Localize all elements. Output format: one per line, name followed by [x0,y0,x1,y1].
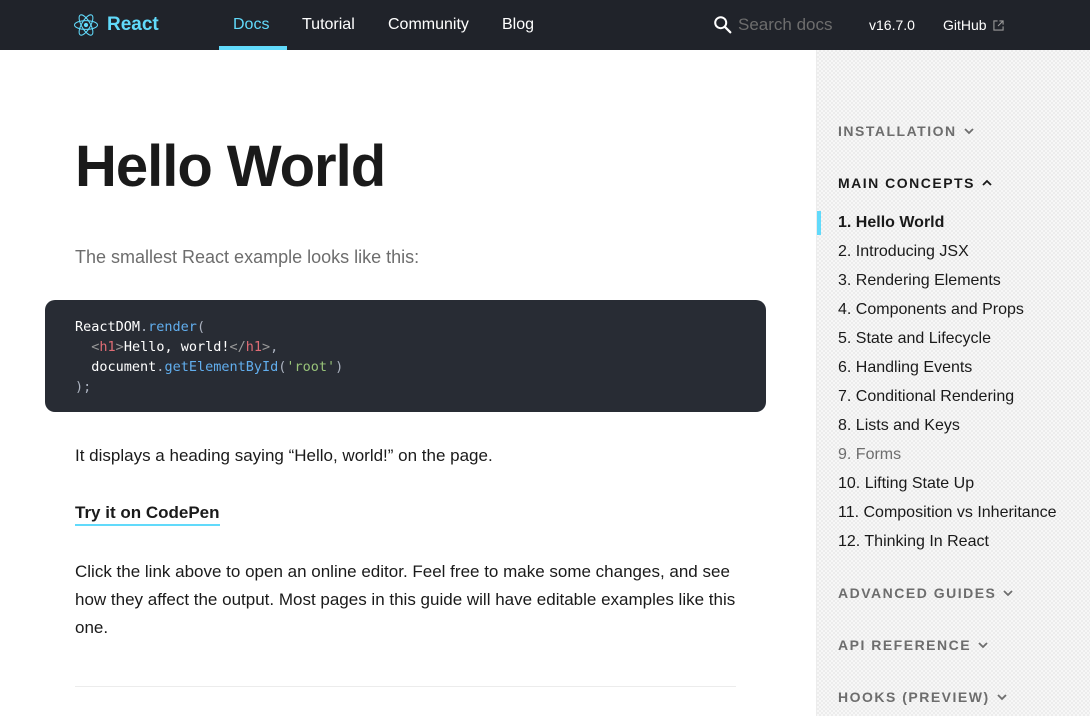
nav-link-blog[interactable]: Blog [502,0,534,50]
brand-name: React [107,14,159,35]
paragraph-display: It displays a heading saying “Hello, wor… [75,446,493,465]
sidebar-item-hello-world[interactable]: 1. Hello World [838,211,944,235]
react-logo-icon [74,14,98,36]
search-input[interactable] [738,13,833,37]
version-link[interactable]: v16.7.0 [869,0,915,50]
code-line-3: document.getElementById('root') [91,359,344,375]
chevron-up-icon [982,179,992,186]
github-link[interactable]: GitHub [943,0,1004,50]
top-navbar: React Docs Tutorial Community Blog v16.7… [0,0,1090,50]
active-item-indicator [817,211,821,235]
section-hooks-preview[interactable]: HOOKS (PREVIEW) [838,687,1008,707]
sidebar-item-composition-vs-inheritance[interactable]: 11. Composition vs Inheritance [838,501,1056,525]
section-hooks-preview-label: HOOKS (PREVIEW) [838,689,990,705]
page-title: Hello World [75,134,386,199]
codepen-link[interactable]: Try it on CodePen [75,502,220,526]
section-installation-label: INSTALLATION [838,123,957,139]
code-line-4: ); [75,379,92,395]
sidebar-item-handling-events[interactable]: 6. Handling Events [838,356,972,380]
nav-link-community[interactable]: Community [388,0,469,50]
main-content: Hello World The smallest React example l… [0,50,816,716]
divider [75,686,736,687]
code-line-2: <h1>Hello, world!</h1>, [91,339,279,355]
sidebar-item-lists-and-keys[interactable]: 8. Lists and Keys [838,414,960,438]
github-label: GitHub [943,17,987,33]
section-advanced-guides-label: ADVANCED GUIDES [838,585,997,601]
chevron-down-icon [996,694,1007,701]
docs-sidebar: INSTALLATION MAIN CONCEPTS 1. Hello Worl… [816,50,1090,716]
section-api-reference-label: API REFERENCE [838,637,972,653]
sidebar-item-rendering-elements[interactable]: 3. Rendering Elements [838,269,1001,293]
nav-link-tutorial[interactable]: Tutorial [302,0,355,50]
sidebar-item-conditional-rendering[interactable]: 7. Conditional Rendering [838,385,1014,409]
sidebar-item-lifting-state-up[interactable]: 10. Lifting State Up [838,472,974,496]
chevron-down-icon [978,642,988,649]
chevron-down-icon [963,128,974,135]
sidebar-item-state-and-lifecycle[interactable]: 5. State and Lifecycle [838,327,991,351]
chevron-down-icon [1003,590,1014,597]
sidebar-item-forms[interactable]: 9. Forms [838,443,901,467]
section-main-concepts-label: MAIN CONCEPTS [838,175,975,191]
sidebar-item-introducing-jsx[interactable]: 2. Introducing JSX [838,240,969,264]
search-icon[interactable] [712,14,734,36]
paragraph-editor: Click the link above to open an online e… [75,562,736,637]
nav-link-docs[interactable]: Docs [233,0,269,50]
code-line-1: ReactDOM.render( [75,319,206,335]
section-api-reference[interactable]: API REFERENCE [838,635,989,655]
sidebar-item-thinking-in-react[interactable]: 12. Thinking In React [838,530,989,554]
intro-text: The smallest React example looks like th… [75,247,420,267]
section-installation[interactable]: INSTALLATION [838,121,975,141]
external-link-icon [992,19,1004,31]
code-block[interactable]: ReactDOM.render( <h1>Hello, world!</h1>,… [45,300,766,412]
section-main-concepts[interactable]: MAIN CONCEPTS [838,173,993,193]
section-advanced-guides[interactable]: ADVANCED GUIDES [838,583,1014,603]
brand-link[interactable]: React [74,0,159,50]
sidebar-item-components-and-props[interactable]: 4. Components and Props [838,298,1024,322]
